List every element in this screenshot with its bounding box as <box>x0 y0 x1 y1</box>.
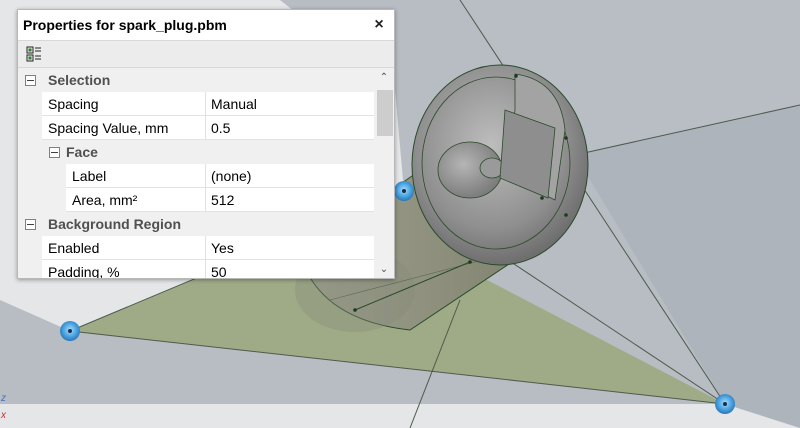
property-value[interactable]: Yes <box>206 236 374 260</box>
categorized-view-icon[interactable] <box>24 44 44 64</box>
collapse-icon[interactable] <box>48 146 60 158</box>
property-value: 512 <box>206 188 374 212</box>
property-name: Area, mm² <box>66 188 206 212</box>
property-row-area[interactable]: Area, mm² 512 <box>18 188 374 212</box>
panel-title-bar[interactable]: Properties for spark_plug.pbm × <box>18 10 394 40</box>
property-grid: Selection Spacing Manual Spacing Value, … <box>18 68 394 278</box>
subcategory-label: Face <box>66 144 98 160</box>
collapse-icon[interactable] <box>24 218 36 230</box>
property-name: Enabled <box>42 236 206 260</box>
property-row-label[interactable]: Label (none) <box>18 164 374 188</box>
property-row-spacing[interactable]: Spacing Manual <box>18 92 374 116</box>
category-selection[interactable]: Selection <box>18 68 374 92</box>
property-name: Padding, % <box>42 260 206 278</box>
property-value[interactable]: Manual <box>206 92 374 116</box>
property-value[interactable]: 0.5 <box>206 116 374 140</box>
property-value[interactable]: (none) <box>206 164 374 188</box>
property-row-padding[interactable]: Padding, % 50 <box>18 260 374 278</box>
scroll-thumb[interactable] <box>377 90 393 136</box>
category-background-region[interactable]: Background Region <box>18 212 374 236</box>
property-row-spacing-value[interactable]: Spacing Value, mm 0.5 <box>18 116 374 140</box>
scroll-up-icon[interactable]: ⌃ <box>374 68 394 86</box>
property-name: Spacing <box>42 92 206 116</box>
panel-toolbar <box>18 40 394 68</box>
scroll-down-icon[interactable]: ⌄ <box>374 260 394 278</box>
category-label: Background Region <box>48 216 182 232</box>
axis-label-x: x <box>1 410 6 421</box>
property-name: Spacing Value, mm <box>42 116 206 140</box>
axis-label-z: z <box>1 393 6 404</box>
property-row-enabled[interactable]: Enabled Yes <box>18 236 374 260</box>
subcategory-face[interactable]: Face <box>18 140 374 164</box>
vertical-scrollbar[interactable]: ⌃ ⌄ <box>374 68 394 278</box>
properties-panel: Properties for spark_plug.pbm × Selectio… <box>17 9 395 279</box>
collapse-icon[interactable] <box>24 74 36 86</box>
close-button[interactable]: × <box>370 16 388 34</box>
category-label: Selection <box>48 72 111 88</box>
property-value[interactable]: 50 <box>206 260 374 279</box>
property-name: Label <box>66 164 206 188</box>
panel-title: Properties for spark_plug.pbm <box>23 17 227 33</box>
